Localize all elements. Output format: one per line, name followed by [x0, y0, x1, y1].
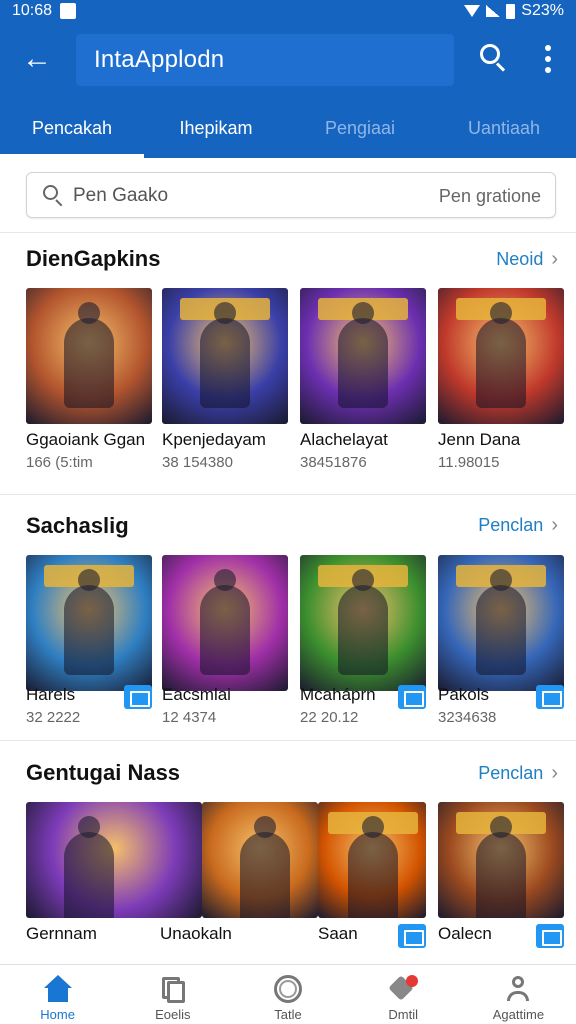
game-thumbnail — [300, 555, 426, 691]
section-link-label: Penclan — [478, 763, 544, 783]
section-see-all-link[interactable]: Penclan › — [478, 762, 558, 785]
section-title: Gentugai Nass — [26, 760, 181, 785]
nav-item-agattime[interactable]: Agattime — [461, 965, 576, 1024]
user-icon — [503, 975, 533, 1003]
app-screen: 10:68 S23% ← IntaApplodn Pencakah Ihepik… — [0, 0, 576, 1024]
game-thumbnail — [202, 802, 318, 918]
nav-item-eoelis[interactable]: Eoelis — [115, 965, 230, 1024]
section-see-all-link[interactable]: Penclan › — [478, 514, 558, 537]
install-button[interactable] — [398, 924, 426, 948]
game-name: Unaokaln — [160, 924, 232, 943]
game-name: Jenn Dana — [438, 430, 521, 449]
nav-label: Tatle — [274, 1007, 302, 1022]
bottom-navigation: Home Eoelis Tatle Dmtil Agattime — [0, 964, 576, 1024]
game-thumbnail — [26, 555, 152, 691]
notification-icon — [60, 3, 77, 19]
nav-item-home[interactable]: Home — [0, 965, 115, 1024]
section-link-label: Penclan — [478, 515, 544, 535]
install-button[interactable] — [124, 685, 152, 709]
game-thumbnail — [438, 288, 564, 424]
tab-uantiaah[interactable]: Uantiaah — [432, 98, 576, 158]
nav-item-dmtil[interactable]: Dmtil — [346, 965, 461, 1024]
game-downloads: 11.98015 — [438, 454, 500, 471]
book-icon — [158, 975, 188, 1003]
nav-label: Agattime — [492, 1007, 545, 1022]
signal-icon — [486, 5, 501, 17]
game-downloads: 38 154380 — [162, 454, 233, 471]
install-button[interactable] — [536, 685, 564, 709]
game-thumbnail — [162, 555, 288, 691]
game-thumbnail — [438, 802, 564, 918]
battery-icon — [506, 3, 516, 19]
game-name: Alachelayat — [300, 430, 388, 449]
install-button[interactable] — [536, 924, 564, 948]
game-thumbnail — [318, 802, 426, 918]
game-thumbnail — [300, 288, 426, 424]
install-button[interactable] — [398, 685, 426, 709]
divider — [0, 740, 576, 741]
chevron-right-icon: › — [551, 248, 558, 270]
game-name: Kpenjedayam — [162, 430, 266, 449]
section-title: Sachaslig — [26, 513, 129, 538]
game-name: Pakols — [438, 685, 490, 704]
nav-label: Dmtil — [388, 1007, 419, 1022]
nav-label: Eoelis — [155, 1007, 191, 1022]
chevron-right-icon: › — [551, 762, 558, 784]
search-filter-label[interactable]: Pen gratione — [439, 186, 541, 207]
search-placeholder: Pen Gaako — [73, 185, 169, 206]
tab-pengiaai[interactable]: Pengiaai — [288, 98, 432, 158]
home-icon — [43, 975, 73, 1003]
status-time: 10:68 — [12, 2, 53, 19]
game-thumbnail — [26, 288, 152, 424]
search-input[interactable]: Pen Gaako Pen gratione — [26, 172, 556, 218]
search-icon[interactable] — [476, 40, 510, 74]
divider — [0, 232, 576, 233]
game-name: Ggaoiank Ggan — [26, 430, 146, 449]
battery-level: S23% — [521, 2, 564, 19]
more-options-icon[interactable] — [538, 42, 558, 76]
back-arrow-icon[interactable]: ← — [20, 42, 54, 76]
ring-icon — [273, 975, 303, 1003]
game-name: Gernnam — [26, 924, 97, 943]
game-name: Harels — [26, 685, 76, 704]
game-name: Mcaháprn — [300, 685, 376, 704]
tab-ihepikam[interactable]: Ihepikam — [144, 98, 288, 158]
game-downloads: 3234638 — [438, 709, 497, 726]
game-name: Oalecn — [438, 924, 492, 943]
wifi-icon — [464, 5, 481, 17]
game-downloads: 38451876 — [300, 454, 367, 471]
status-bar: 10:68 S23% — [0, 0, 576, 22]
section-title: DienGapkins — [26, 246, 161, 271]
heart-icon — [388, 975, 419, 1003]
nav-label: Home — [40, 1007, 75, 1022]
game-downloads: 12 4374 — [162, 709, 217, 726]
app-title: IntaApplodn — [94, 46, 225, 73]
game-downloads: 166 (5:tim — [26, 454, 93, 471]
game-thumbnail — [26, 802, 202, 918]
tab-bar: Pencakah Ihepikam Pengiaai Uantiaah — [0, 98, 576, 158]
game-thumbnail — [162, 288, 288, 424]
game-downloads: 32 2222 — [26, 709, 81, 726]
game-name: Saan — [318, 924, 358, 943]
section-see-all-link[interactable]: Neoid › — [496, 248, 558, 271]
game-downloads: 22 20.12 — [300, 709, 359, 726]
nav-item-tatle[interactable]: Tatle — [230, 965, 345, 1024]
section-link-label: Neoid — [496, 249, 544, 269]
tab-pencakah[interactable]: Pencakah — [0, 98, 144, 158]
game-name: Eacsmlai — [162, 685, 231, 704]
search-icon — [43, 185, 65, 207]
divider — [0, 494, 576, 495]
chevron-right-icon: › — [551, 514, 558, 536]
app-bar: ← IntaApplodn — [0, 22, 576, 98]
game-thumbnail — [438, 555, 564, 691]
